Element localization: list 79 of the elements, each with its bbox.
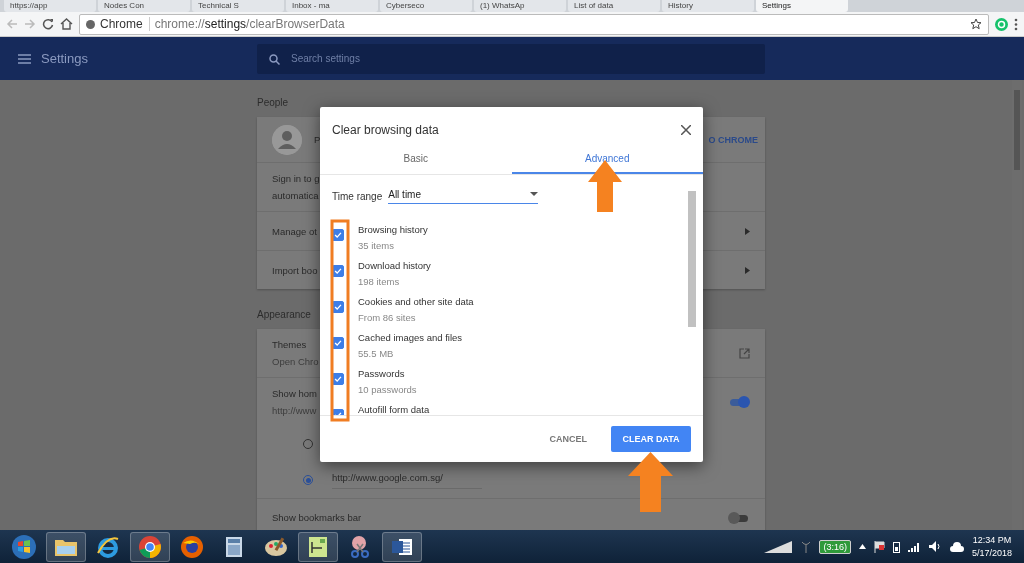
taskbar-button[interactable]: [298, 531, 338, 562]
cancel-button[interactable]: CANCEL: [543, 433, 593, 445]
clock-date[interactable]: 5/17/2018: [971, 548, 1012, 558]
browser-tab[interactable]: Inbox - ma: [286, 0, 378, 12]
palette-icon: [264, 535, 288, 558]
row-description: automatica: [272, 190, 319, 201]
url-text: chrome://settings/clearBrowserData: [154, 17, 345, 31]
profile-name: P: [314, 134, 321, 145]
clear-data-button[interactable]: CLEAR DATA: [611, 426, 691, 452]
item-detail: 10 passwords: [358, 384, 417, 395]
reload-icon[interactable]: [42, 18, 54, 30]
row-title: Show bookmarks bar: [272, 512, 362, 523]
item-title: Autofill form data: [358, 404, 430, 415]
row-title[interactable]: Import boo: [272, 264, 318, 276]
caret-down-icon: [530, 192, 539, 196]
taskbar-button[interactable]: [382, 531, 422, 562]
search-field[interactable]: Search settings: [257, 43, 765, 74]
cloud-icon[interactable]: [949, 541, 964, 552]
field-label: Time range: [332, 190, 383, 202]
up-arrow: [588, 160, 622, 212]
browser-tab[interactable]: List of data: [568, 0, 660, 12]
browser-e-icon: [96, 534, 120, 559]
row-title: Themes: [272, 339, 307, 350]
section-heading: People: [257, 96, 289, 110]
page-title: Settings: [41, 51, 88, 66]
close-button[interactable]: [681, 125, 691, 135]
browser-tab[interactable]: Settings: [756, 0, 848, 12]
item-title: Cookies and other site data: [358, 296, 474, 307]
browser-tab[interactable]: Nodes Con: [98, 0, 190, 12]
star-icon[interactable]: [970, 18, 982, 30]
browser-tab[interactable]: Technical S: [192, 0, 284, 12]
taskbar-button[interactable]: [130, 531, 170, 562]
signal-icon[interactable]: [907, 541, 921, 552]
item-title: Browsing history: [358, 224, 428, 235]
up-arrow: [628, 452, 673, 512]
caret-right-icon: [745, 266, 750, 274]
signal-bars-icon: [763, 539, 794, 554]
browser-tab[interactable]: Cyberseco: [380, 0, 472, 12]
menu-icon[interactable]: [18, 53, 31, 64]
section-heading: Appearance: [257, 308, 311, 322]
toggle-switch[interactable]: [728, 396, 750, 408]
start-orb-icon: [11, 533, 37, 560]
item-title: Passwords: [358, 368, 406, 379]
item-detail: 35 items: [358, 240, 395, 251]
scissors-icon: [348, 534, 372, 559]
dialog-tab[interactable]: Basic: [320, 145, 512, 174]
toggle-switch[interactable]: [728, 512, 750, 524]
item-title: Download history: [358, 260, 431, 271]
caret-right-icon: [745, 227, 750, 235]
item-detail: 198 items: [358, 276, 401, 287]
row-title: Show hom: [272, 388, 317, 399]
clock-time[interactable]: 12:34 PM: [972, 535, 1012, 545]
menu-icon[interactable]: [1014, 17, 1018, 31]
antenna-icon: [801, 540, 812, 553]
search-icon: [269, 53, 280, 65]
row-description: http://www: [272, 405, 317, 416]
dialog-title: Clear browsing data: [332, 123, 439, 137]
info-icon: [86, 19, 95, 29]
home-icon[interactable]: [60, 18, 73, 30]
site-label: Chrome: [100, 17, 150, 31]
item-detail: From 86 sites: [358, 312, 417, 323]
battery-icon[interactable]: [892, 540, 900, 553]
time-range-dropdown[interactable]: All time: [388, 188, 539, 204]
calculator-icon: [225, 535, 243, 558]
firefox-icon: [180, 534, 204, 559]
browser-tab[interactable]: https://app: [4, 0, 96, 12]
battery-time: (3:16): [819, 539, 851, 554]
address-bar[interactable]: Chrome chrome://settings/clearBrowserData: [79, 13, 989, 35]
chrome-icon: [138, 534, 162, 559]
item-title: Cached images and files: [358, 332, 463, 343]
caret-up-icon[interactable]: [858, 544, 866, 549]
browser-tab[interactable]: History: [662, 0, 754, 12]
item-detail: 55.5 MB: [358, 348, 395, 359]
browser-tab[interactable]: (1) WhatsAp: [474, 0, 566, 12]
word-icon: [391, 536, 413, 557]
flag-icon[interactable]: [873, 540, 885, 553]
speaker-icon[interactable]: [928, 541, 942, 552]
chart-icon: [308, 535, 328, 558]
taskbar-button[interactable]: [46, 531, 86, 562]
